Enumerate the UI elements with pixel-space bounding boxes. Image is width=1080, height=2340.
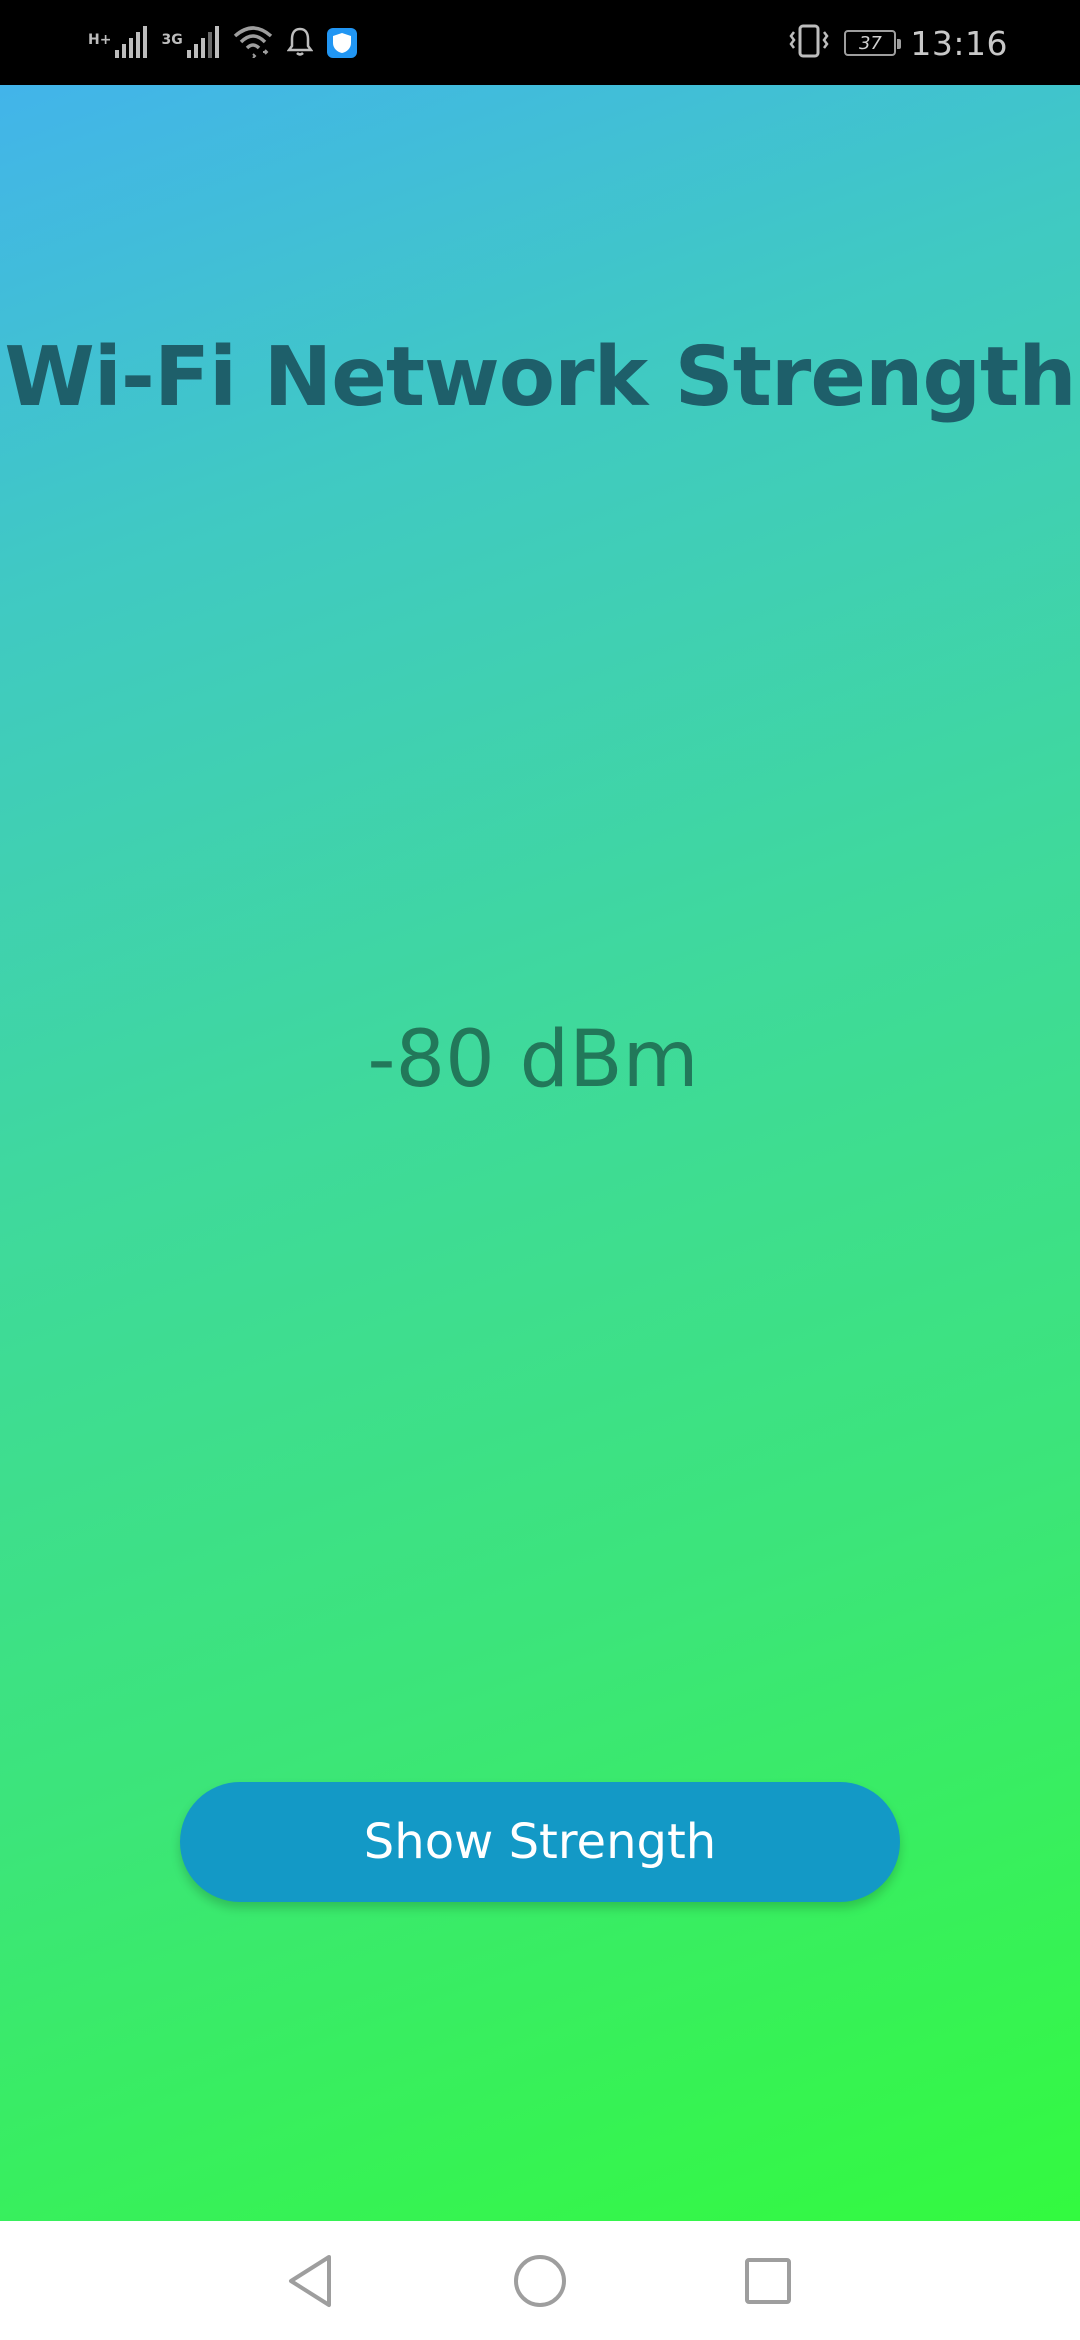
show-strength-button[interactable]: Show Strength bbox=[180, 1782, 900, 1902]
app-screen: H+ 3G 37 13:16 Wi-Fi Network Strength -8… bbox=[0, 0, 1080, 2340]
strength-value: -80 dBm bbox=[367, 1015, 699, 1105]
shield-app-icon bbox=[326, 28, 357, 58]
signal-h-plus-icon: H+ bbox=[88, 26, 148, 60]
page-title: Wi-Fi Network Strength bbox=[4, 330, 1076, 425]
status-bar-right: 37 13:16 bbox=[788, 18, 1008, 68]
notification-bell-icon bbox=[286, 26, 314, 61]
main-content: Wi-Fi Network Strength -80 dBm Show Stre… bbox=[0, 85, 1080, 2221]
wifi-icon bbox=[233, 24, 273, 63]
network-type-label: 3G bbox=[161, 32, 183, 48]
signal-3g-icon: 3G bbox=[161, 26, 219, 60]
clock: 13:16 bbox=[910, 23, 1008, 63]
vibrate-icon bbox=[788, 24, 830, 63]
recents-icon[interactable] bbox=[738, 2251, 798, 2311]
status-bar-left: H+ 3G bbox=[88, 20, 357, 66]
navigation-bar bbox=[0, 2221, 1080, 2340]
network-type-label: H+ bbox=[88, 32, 112, 48]
battery-level: 37 bbox=[858, 32, 882, 54]
battery-icon: 37 bbox=[844, 30, 902, 56]
back-icon[interactable] bbox=[280, 2251, 340, 2311]
home-icon[interactable] bbox=[510, 2251, 570, 2311]
status-bar: H+ 3G 37 13:16 bbox=[0, 0, 1080, 85]
